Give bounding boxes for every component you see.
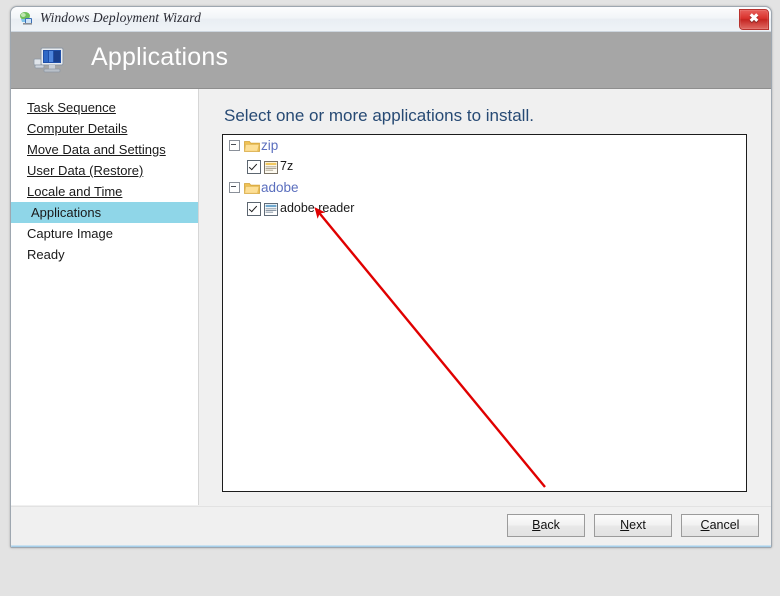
sidebar-item-label: Applications <box>31 205 102 220</box>
sidebar-item-label: Capture Image <box>27 226 113 241</box>
tree-leaf-row[interactable]: 7z <box>223 156 746 177</box>
application-checkbox[interactable] <box>247 159 261 174</box>
close-icon: ✖ <box>748 11 760 25</box>
close-button[interactable]: ✖ <box>739 9 769 30</box>
wizard-button-row: Back Next Cancel <box>507 514 759 537</box>
cancel-button-accel: C <box>700 518 710 532</box>
content-heading: Select one or more applications to insta… <box>224 106 534 125</box>
tree-group-label: zip <box>261 138 279 153</box>
application-item-icon <box>264 202 278 216</box>
cancel-button[interactable]: Cancel <box>681 514 759 537</box>
applications-tree[interactable]: zip 7z adobe adobe reader <box>222 134 747 492</box>
sidebar-item-move-data-and-settings[interactable]: Move Data and Settings <box>11 139 198 160</box>
window-accent-strip <box>11 545 771 547</box>
tree-group-row[interactable]: zip <box>223 135 746 156</box>
window-title: Windows Deployment Wizard <box>40 10 201 25</box>
tree-leaf-label: 7z <box>280 159 294 173</box>
minus-box-icon[interactable] <box>229 140 240 151</box>
back-button[interactable]: Back <box>507 514 585 537</box>
sidebar-item-label: Task Sequence <box>27 100 116 115</box>
wizard-body: Task Sequence Computer Details Move Data… <box>11 89 771 547</box>
sidebar-item-applications[interactable]: Applications <box>11 202 198 223</box>
page-banner: Applications <box>11 32 771 89</box>
application-checkbox[interactable] <box>247 201 261 216</box>
deployment-wizard-icon <box>19 11 35 27</box>
back-button-label: ack <box>540 518 560 532</box>
page-title: Applications <box>91 43 229 71</box>
sidebar-item-computer-details[interactable]: Computer Details <box>11 118 198 139</box>
sidebar-item-task-sequence[interactable]: Task Sequence <box>11 97 198 118</box>
sidebar-item-label: User Data (Restore) <box>27 163 144 178</box>
tree-leaf-label: adobe reader <box>280 201 355 215</box>
next-button-label: ext <box>629 518 646 532</box>
sidebar-item-user-data-restore[interactable]: User Data (Restore) <box>11 160 198 181</box>
sidebar-item-label: Move Data and Settings <box>27 142 166 157</box>
folder-icon <box>244 181 260 195</box>
minus-box-icon[interactable] <box>229 182 240 193</box>
content-pane: Select one or more applications to insta… <box>200 89 771 505</box>
tree-group-label: adobe <box>261 180 299 195</box>
sidebar-item-ready: Ready <box>11 244 198 265</box>
sidebar-item-capture-image: Capture Image <box>11 223 198 244</box>
wizard-window: Windows Deployment Wizard ✖ Applications <box>10 6 772 548</box>
computer-monitor-icon <box>33 46 65 76</box>
next-button[interactable]: Next <box>594 514 672 537</box>
wizard-footer: Back Next Cancel <box>11 506 771 547</box>
cancel-button-label: ancel <box>709 518 740 532</box>
sidebar-item-label: Ready <box>27 247 65 262</box>
sidebar-item-locale-and-time[interactable]: Locale and Time <box>11 181 198 202</box>
tree-group-row[interactable]: adobe <box>223 177 746 198</box>
next-button-accel: N <box>620 518 630 532</box>
wizard-step-sidebar: Task Sequence Computer Details Move Data… <box>11 89 199 505</box>
tree-leaf-row[interactable]: adobe reader <box>223 198 746 219</box>
sidebar-item-label: Locale and Time <box>27 184 123 199</box>
title-bar: Windows Deployment Wizard ✖ <box>11 7 771 32</box>
application-item-icon <box>264 160 278 174</box>
folder-icon <box>244 139 260 153</box>
sidebar-item-label: Computer Details <box>27 121 128 136</box>
